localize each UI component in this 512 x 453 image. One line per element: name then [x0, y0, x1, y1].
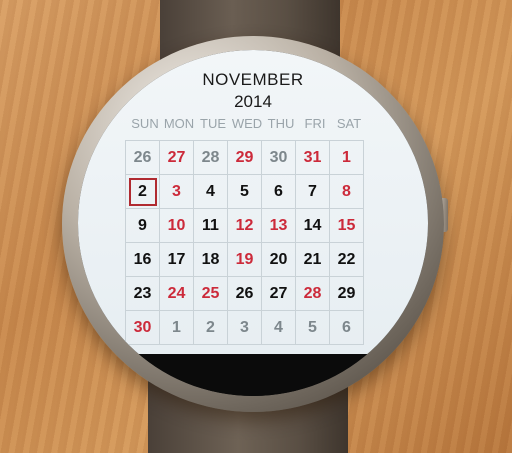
weekday-label: WED — [231, 116, 263, 131]
calendar-day[interactable]: 20 — [262, 243, 296, 277]
calendar-day[interactable]: 3 — [228, 311, 262, 345]
calendar-day[interactable]: 1 — [330, 141, 364, 175]
calendar-day[interactable]: 10 — [160, 209, 194, 243]
calendar-day[interactable]: 5 — [228, 175, 262, 209]
month-title: NOVEMBER — [202, 70, 304, 89]
calendar-day[interactable]: 22 — [330, 243, 364, 277]
calendar-day[interactable]: 4 — [262, 311, 296, 345]
calendar-day[interactable]: 19 — [228, 243, 262, 277]
calendar-day[interactable]: 7 — [296, 175, 330, 209]
calendar-day[interactable]: 5 — [296, 311, 330, 345]
calendar-day[interactable]: 12 — [228, 209, 262, 243]
calendar-day[interactable]: 28 — [296, 277, 330, 311]
watch-face: NOVEMBER 2014 SUN MON TUE WED THU FRI SAT 26 27… — [78, 50, 428, 396]
calendar-day[interactable]: 23 — [126, 277, 160, 311]
calendar-day[interactable]: 16 — [126, 243, 160, 277]
calendar-day[interactable]: 8 — [330, 175, 364, 209]
calendar-day[interactable]: 14 — [296, 209, 330, 243]
calendar-day[interactable]: 29 — [330, 277, 364, 311]
calendar-day[interactable]: 28 — [194, 141, 228, 175]
calendar-day[interactable]: 27 — [160, 141, 194, 175]
calendar-day[interactable]: 30 — [126, 311, 160, 345]
calendar-day[interactable]: 30 — [262, 141, 296, 175]
display-chin — [78, 354, 428, 396]
calendar-day[interactable]: 13 — [262, 209, 296, 243]
calendar-day[interactable]: 11 — [194, 209, 228, 243]
calendar-day[interactable]: 17 — [160, 243, 194, 277]
calendar-day[interactable]: 4 — [194, 175, 228, 209]
calendar-day[interactable]: 31 — [296, 141, 330, 175]
calendar-day[interactable]: 1 — [160, 311, 194, 345]
calendar-day[interactable]: 15 — [330, 209, 364, 243]
calendar-day-today[interactable]: 2 — [126, 175, 160, 209]
calendar-day[interactable]: 2 — [194, 311, 228, 345]
calendar-day[interactable]: 3 — [160, 175, 194, 209]
calendar-day[interactable]: 29 — [228, 141, 262, 175]
calendar-screen[interactable]: NOVEMBER 2014 SUN MON TUE WED THU FRI SAT 26 27… — [78, 50, 428, 354]
calendar-day[interactable]: 18 — [194, 243, 228, 277]
weekday-label: FRI — [304, 116, 326, 131]
calendar-day[interactable]: 21 — [296, 243, 330, 277]
calendar-day[interactable]: 6 — [330, 311, 364, 345]
weekday-label: TUE — [200, 116, 226, 131]
weekday-label: THU — [267, 116, 295, 131]
calendar-day[interactable]: 24 — [160, 277, 194, 311]
calendar-day[interactable]: 9 — [126, 209, 160, 243]
calendar-grid: 26 27 28 29 30 31 1 2 3 4 5 6 7 8 9 10 11 12 13 14 15 16 17 18 1… — [125, 140, 364, 351]
calendar-day[interactable]: 26 — [126, 141, 160, 175]
calendar-day[interactable]: 25 — [194, 277, 228, 311]
weekday-label: SAT — [336, 116, 362, 131]
calendar-day[interactable]: 26 — [228, 277, 262, 311]
weekday-label: MON — [163, 116, 195, 131]
calendar-day[interactable]: 6 — [262, 175, 296, 209]
calendar-day[interactable]: 27 — [262, 277, 296, 311]
weekday-header: SUN MON TUE WED THU FRI SAT — [128, 116, 368, 131]
weekday-label: SUN — [131, 116, 159, 131]
year-title: 2014 — [234, 92, 272, 111]
